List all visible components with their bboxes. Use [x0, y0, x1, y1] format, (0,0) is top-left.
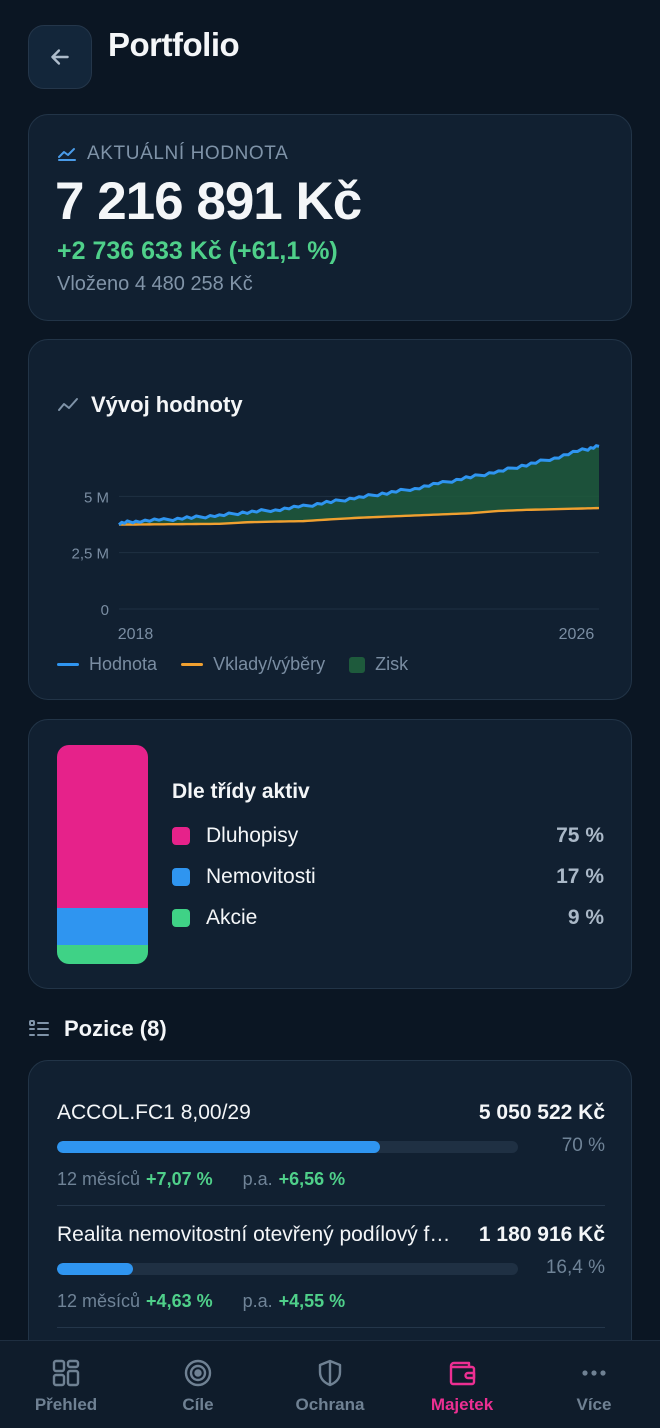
position-divider [57, 1327, 605, 1328]
legend-item-deposits: Vklady/výběry [181, 654, 325, 675]
allocation-pct-realestate: 17 % [556, 865, 604, 888]
invested-amount: Vloženo 4 480 258 Kč [57, 273, 253, 295]
value-chart-card: Vývoj hodnoty 0 2,5 M5 M 2018 2026 Hodnota … [28, 339, 632, 700]
nav-item-more[interactable]: Více [528, 1341, 660, 1428]
allocation-pct-stocks: 9 % [567, 906, 604, 929]
allocation-row-bonds: Dluhopisy 75 % [172, 824, 604, 848]
position-period-return: +4,63 % [146, 1291, 213, 1311]
current-value-card: AKTUÁLNÍ HODNOTA 7 216 891 Kč +2 736 633… [28, 114, 632, 321]
legend-item-profit: Zisk [349, 654, 408, 675]
stack-segment-realestate [57, 908, 148, 945]
allocation-card: Dle třídy aktiv Dluhopisy 75 % Nemovitos… [28, 719, 632, 989]
legend-swatch-value [57, 663, 79, 666]
position-share-track [57, 1141, 518, 1153]
current-value-amount: 7 216 891 Kč [55, 172, 362, 231]
allocation-swatch-stocks [172, 909, 190, 927]
position-stats: 12 měsíců +7,07 % p.a. +6,56 % [57, 1169, 345, 1190]
position-share-track [57, 1263, 518, 1275]
current-value-label-text: AKTUÁLNÍ HODNOTA [87, 143, 289, 164]
allocation-label-realestate: Nemovitosti [206, 865, 316, 888]
legend-label-deposits: Vklady/výběry [213, 654, 326, 674]
nav-item-assets[interactable]: Majetek [396, 1341, 528, 1428]
nav-label-protection: Ochrana [295, 1395, 365, 1414]
profit-area [119, 445, 599, 525]
position-item[interactable]: Realita nemovitostní otevřený podílový f… [57, 1223, 605, 1319]
legend-label-value: Hodnota [89, 654, 158, 674]
position-name: Realita nemovitostní otevřený podílový f… [57, 1223, 457, 1246]
position-value: 1 180 916 Kč [478, 1223, 605, 1246]
allocation-pct-bonds: 75 % [556, 824, 604, 847]
current-value-label: AKTUÁLNÍ HODNOTA [57, 143, 288, 165]
allocation-stack-bar [57, 745, 148, 964]
value-chart: 0 2,5 M 5 M 2018 2026 [71, 444, 600, 643]
stack-segment-bonds [57, 745, 148, 908]
position-pa-return: +6,56 % [278, 1169, 346, 1189]
position-share: 16,4 % [545, 1257, 605, 1278]
wallet-icon [446, 1357, 478, 1389]
allocation-swatch-bonds [172, 827, 190, 845]
legend-swatch-deposits [181, 663, 204, 666]
target-icon [182, 1357, 214, 1389]
position-share-fill [57, 1141, 380, 1153]
allocation-label-stocks: Akcie [206, 906, 258, 929]
allocation-row-realestate: Nemovitosti 17 % [172, 865, 604, 889]
allocation-title: Dle třídy aktiv [172, 780, 310, 803]
x-tick-label: 2018 [118, 626, 154, 643]
positions-card: ACCOL.FC1 8,00/29 5 050 522 Kč 70 % 12 m… [28, 1060, 632, 1340]
bottom-navigation: Přehled Cíle Ochrana Majetek Více [0, 1340, 660, 1428]
nav-label-goals: Cíle [182, 1395, 214, 1414]
nav-label-assets: Majetek [430, 1395, 494, 1414]
position-divider [57, 1205, 605, 1206]
allocation-label-bonds: Dluhopisy [206, 824, 299, 847]
allocation-swatch-realestate [172, 868, 190, 886]
position-pa-label: p.a. [242, 1169, 273, 1189]
position-value: 5 050 522 Kč [478, 1101, 605, 1124]
y-tick-label: 0 [101, 602, 109, 619]
position-period-label: 12 měsíců [57, 1291, 141, 1311]
trend-up-icon [58, 148, 76, 161]
list-icon [29, 1020, 49, 1036]
position-period-return: +7,07 % [146, 1169, 213, 1189]
chart-legend: Hodnota Vklady/výběry Zisk [57, 654, 408, 675]
arrow-left-icon [51, 49, 69, 65]
position-pa-return: +4,55 % [278, 1291, 346, 1311]
position-period-label: 12 měsíců [57, 1169, 141, 1189]
nav-label-overview: Přehled [34, 1395, 98, 1414]
allocation-row-stocks: Akcie 9 % [172, 906, 604, 930]
legend-swatch-profit [349, 656, 366, 673]
stack-segment-stocks [57, 945, 148, 964]
position-stats: 12 měsíců +4,63 % p.a. +4,55 % [57, 1291, 345, 1312]
grid-icon [50, 1357, 82, 1389]
position-share: 70 % [561, 1135, 605, 1156]
legend-item-value: Hodnota [57, 654, 157, 675]
positions-header: Pozice (8) [28, 1016, 167, 1042]
back-button[interactable] [28, 25, 92, 89]
nav-item-goals[interactable]: Cíle [132, 1341, 264, 1428]
portfolio-screen: Portfolio AKTUÁLNÍ HODNOTA 7 216 891 Kč … [0, 0, 660, 1340]
x-tick-label: 2026 [559, 626, 595, 643]
position-item[interactable]: ACCOL.FC1 8,00/29 5 050 522 Kč 70 % 12 m… [57, 1101, 605, 1197]
position-name: ACCOL.FC1 8,00/29 [57, 1101, 251, 1124]
positions-title: Pozice (8) [64, 1016, 167, 1041]
current-value-gain: +2 736 633 Kč (+61,1 %) [57, 237, 338, 265]
more-icon [578, 1357, 610, 1389]
shield-icon [314, 1357, 346, 1389]
position-share-fill [57, 1263, 133, 1275]
nav-item-overview[interactable]: Přehled [0, 1341, 132, 1428]
nav-item-protection[interactable]: Ochrana [264, 1341, 396, 1428]
y-tick-label: 2,5 M [71, 546, 109, 563]
y-tick-label: 5 M [84, 489, 109, 506]
nav-label-more: Více [576, 1395, 612, 1414]
page-title: Portfolio [108, 26, 240, 63]
legend-label-profit: Zisk [375, 654, 409, 674]
position-pa-label: p.a. [242, 1291, 273, 1311]
